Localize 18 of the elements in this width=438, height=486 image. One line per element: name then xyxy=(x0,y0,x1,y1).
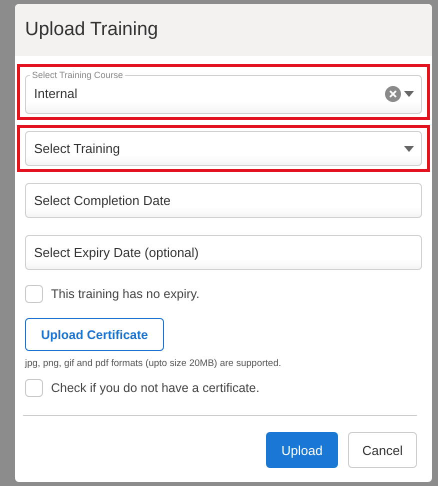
upload-certificate-button[interactable]: Upload Certificate xyxy=(25,318,164,351)
select-field[interactable]: Select Training Course Internal xyxy=(25,70,422,114)
checkbox-label: This training has no expiry. xyxy=(51,287,200,301)
clear-icon[interactable] xyxy=(385,86,401,102)
checkbox[interactable] xyxy=(25,379,43,397)
cancel-button[interactable]: Cancel xyxy=(348,432,417,468)
dialog-title: Upload Training xyxy=(25,19,158,41)
date-field[interactable]: Select Expiry Date (optional) xyxy=(25,235,422,270)
checkbox[interactable] xyxy=(25,285,43,303)
date-field[interactable]: Select Completion Date xyxy=(25,183,422,218)
caret-icon[interactable] xyxy=(404,90,414,96)
format-hint: jpg, png, gif and pdf formats (upto size 20MB) are supported. xyxy=(25,358,282,369)
checkbox-label: Check if you do not have a certificate. xyxy=(51,381,260,395)
upload-button[interactable]: Upload xyxy=(266,432,338,468)
select-field[interactable]: Select Training xyxy=(25,131,422,166)
field-value: Internal xyxy=(34,86,78,101)
caret-icon[interactable] xyxy=(404,146,414,152)
field-label: Select Training Course xyxy=(31,70,124,80)
